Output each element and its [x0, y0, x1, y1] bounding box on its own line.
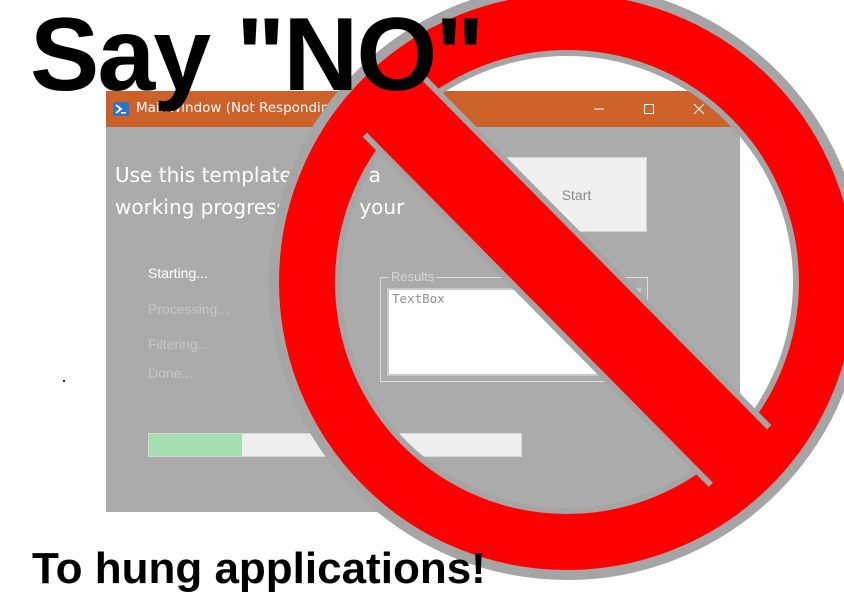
step-starting: Starting... [148, 265, 208, 281]
step-processing: Processing... [148, 301, 229, 317]
poster: MainWindow (Not Responding) Use this tem… [0, 0, 844, 611]
intro-line: working progress bar to your [115, 195, 405, 219]
minimize-icon[interactable] [576, 91, 622, 127]
start-button[interactable]: Start [506, 157, 647, 232]
step-done: Done... [148, 365, 194, 381]
progress-bar [148, 433, 522, 457]
close-icon[interactable] [676, 91, 722, 127]
progress-fill [149, 434, 242, 456]
intro-line: Use this template to add a [115, 163, 381, 187]
app-window: MainWindow (Not Responding) Use this tem… [106, 91, 740, 512]
headline: Say "NO" [30, 0, 485, 113]
maximize-icon[interactable] [626, 91, 672, 127]
results-textbox[interactable]: TextBox [387, 288, 641, 376]
results-group: Results TextBox [380, 269, 648, 382]
tagline: To hung applications! [32, 544, 486, 593]
step-filtering: Filtering... [148, 336, 210, 352]
speck [63, 380, 65, 382]
intro-text: Use this template to add a working progr… [115, 159, 455, 223]
results-group-label: Results [389, 269, 437, 285]
